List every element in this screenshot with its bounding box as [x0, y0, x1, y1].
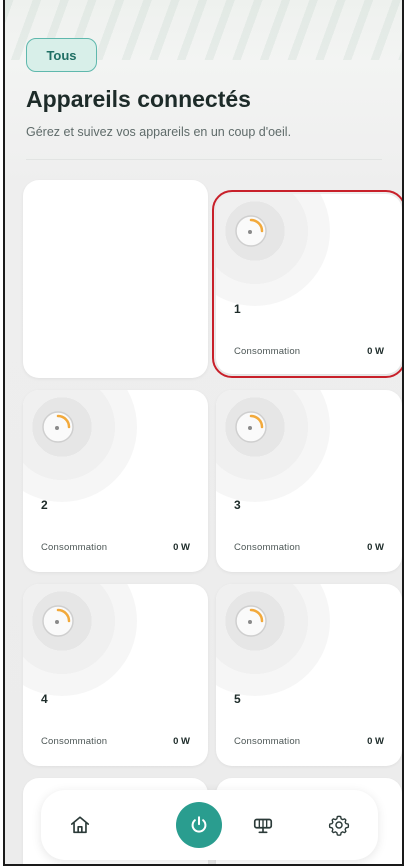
app-screen: Tous Appareils connectés Gérez et suivez… — [3, 0, 404, 866]
device-card-5[interactable]: 5 Consommation 0 W — [216, 584, 402, 766]
home-icon — [70, 816, 90, 834]
nav-home[interactable] — [61, 806, 99, 844]
empty-card — [23, 180, 208, 378]
device-halo — [216, 194, 330, 306]
nav-settings[interactable] — [320, 806, 358, 844]
device-halo — [23, 390, 137, 502]
energy-meter-icon — [253, 818, 273, 834]
smart-plug-icon — [235, 215, 267, 247]
smart-plug-icon — [42, 411, 74, 443]
consumption-value: 0 W — [367, 542, 384, 553]
filter-chip-all[interactable]: Tous — [26, 38, 97, 72]
device-halo — [23, 584, 137, 696]
device-halo — [216, 584, 330, 696]
device-name: 3 — [234, 498, 241, 512]
gear-icon — [328, 815, 350, 836]
device-card-3[interactable]: 3 Consommation 0 W — [216, 390, 402, 572]
page-subtitle: Gérez et suivez vos appareils en un coup… — [26, 125, 292, 139]
device-name: 5 — [234, 692, 241, 706]
power-icon — [191, 816, 207, 833]
consumption-value: 0 W — [367, 346, 384, 357]
device-name: 4 — [41, 692, 48, 706]
divider — [26, 159, 382, 160]
device-card-1[interactable]: 1 Consommation 0 W — [212, 190, 402, 378]
device-card-4[interactable]: 4 Consommation 0 W — [23, 584, 208, 766]
device-halo — [216, 390, 330, 502]
consumption-value: 0 W — [173, 542, 190, 553]
nav-devices-power[interactable] — [176, 802, 222, 848]
consumption-label: Consommation — [41, 736, 108, 747]
device-card-2[interactable]: 2 Consommation 0 W — [23, 390, 208, 572]
bottom-nav — [41, 790, 378, 860]
consumption-label: Consommation — [234, 542, 301, 553]
page-title: Appareils connectés — [26, 86, 251, 112]
device-name: 1 — [234, 302, 241, 316]
consumption-value: 0 W — [173, 736, 190, 747]
consumption-label: Consommation — [41, 542, 108, 553]
consumption-value: 0 W — [367, 736, 384, 747]
smart-plug-icon — [42, 605, 74, 637]
consumption-label: Consommation — [234, 346, 301, 357]
nav-energy[interactable] — [244, 806, 282, 844]
smart-plug-icon — [235, 411, 267, 443]
consumption-label: Consommation — [234, 736, 301, 747]
smart-plug-icon — [235, 605, 267, 637]
device-name: 2 — [41, 498, 48, 512]
